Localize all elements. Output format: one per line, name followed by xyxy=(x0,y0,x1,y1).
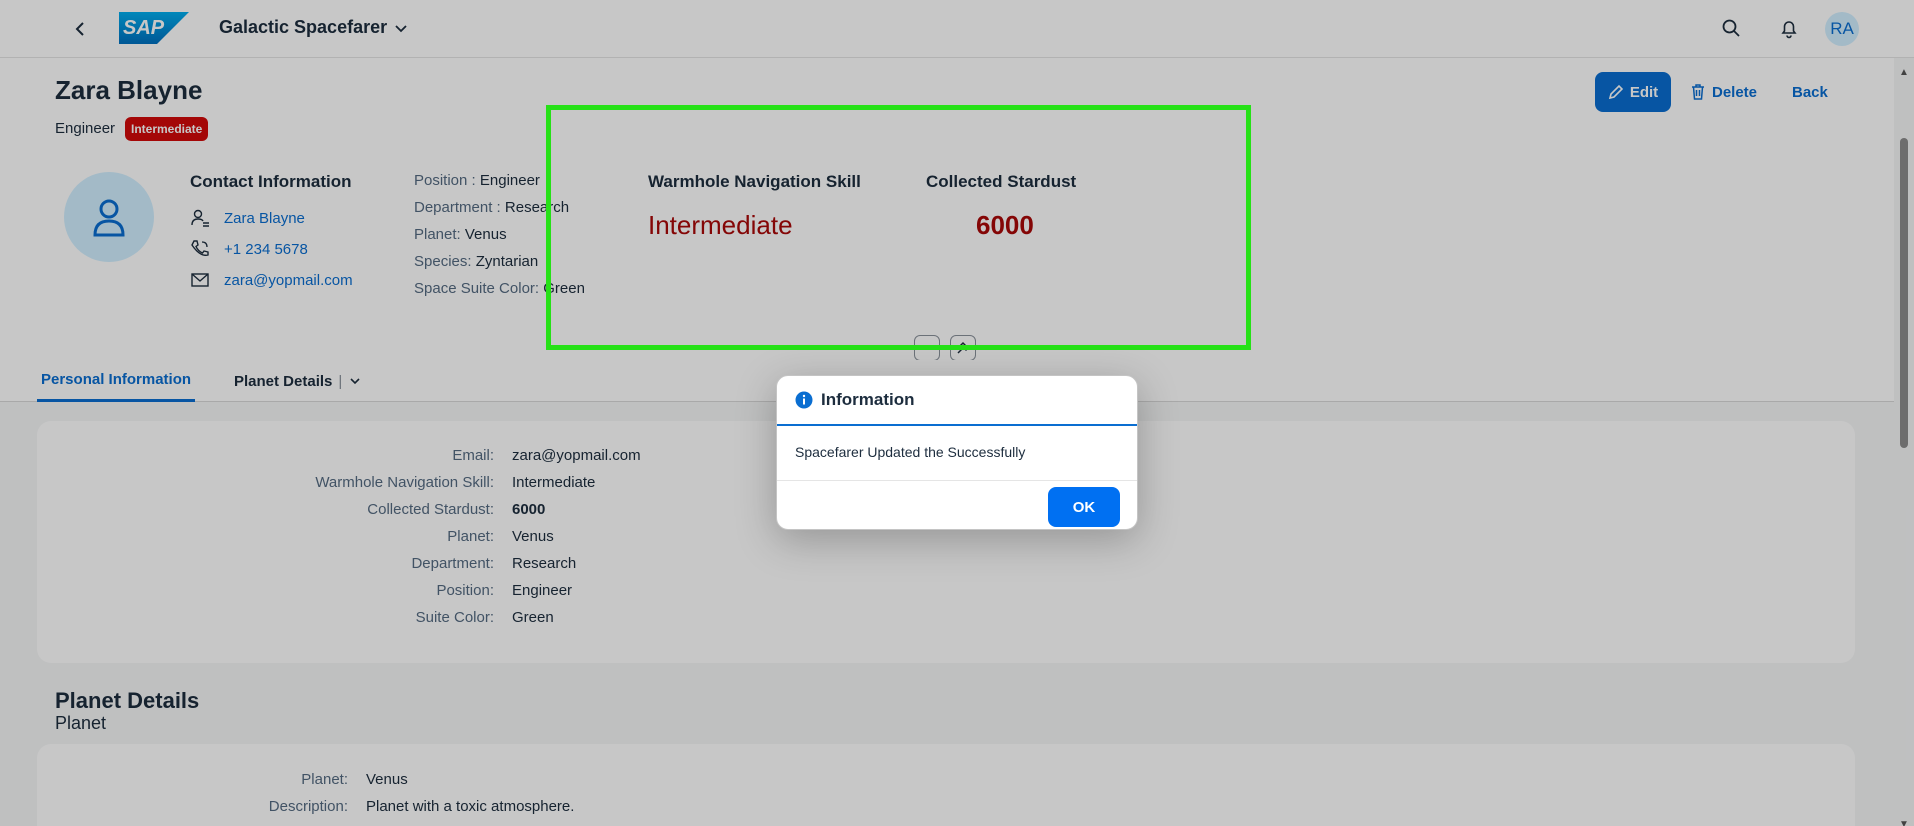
dialog-title: Information xyxy=(821,390,915,409)
dialog-message: Spacefarer Updated the Successfully xyxy=(795,444,1026,460)
dialog-header: Information xyxy=(777,376,1137,426)
info-icon xyxy=(795,391,813,409)
ok-button[interactable]: OK xyxy=(1048,487,1120,527)
dialog-footer: OK xyxy=(777,480,1137,529)
information-dialog: Information Spacefarer Updated the Succe… xyxy=(776,375,1138,530)
highlight-box xyxy=(546,105,1251,350)
